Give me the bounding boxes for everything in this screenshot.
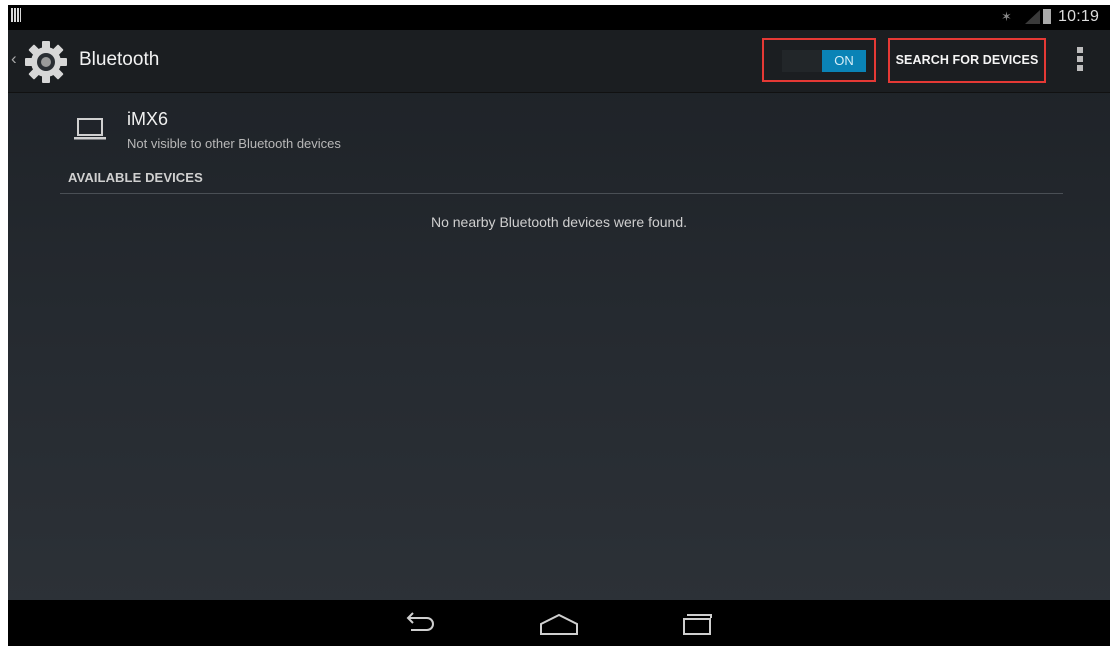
status-time: 10:19 bbox=[1058, 8, 1100, 25]
status-bar: ✶ 10:19 bbox=[8, 5, 1110, 30]
page-title: Bluetooth bbox=[79, 49, 160, 70]
available-devices-header: AVAILABLE DEVICES bbox=[68, 170, 203, 185]
local-device-item[interactable]: iMX6 Not visible to other Bluetooth devi… bbox=[8, 93, 1110, 157]
toggle-highlight: ON bbox=[762, 38, 876, 82]
bluetooth-toggle[interactable]: ON bbox=[782, 50, 866, 72]
search-for-devices-button[interactable]: SEARCH FOR DEVICES bbox=[890, 40, 1044, 81]
settings-gear-icon[interactable] bbox=[22, 38, 70, 86]
recents-icon[interactable] bbox=[675, 608, 715, 638]
device-screen: ✶ 10:19 ‹ Bluetooth ON SEARCH FOR DEVICE… bbox=[8, 5, 1110, 646]
device-visibility-status: Not visible to other Bluetooth devices bbox=[127, 136, 341, 151]
home-icon[interactable] bbox=[539, 608, 579, 638]
search-highlight: SEARCH FOR DEVICES bbox=[888, 38, 1046, 83]
bluetooth-icon: ✶ bbox=[1001, 9, 1012, 24]
action-bar: ‹ Bluetooth ON SEARCH FOR DEVICES bbox=[8, 30, 1110, 93]
back-icon[interactable] bbox=[401, 608, 441, 638]
laptop-icon bbox=[74, 118, 106, 140]
navigation-bar bbox=[8, 600, 1110, 646]
signal-icon bbox=[1025, 10, 1040, 24]
device-name: iMX6 bbox=[127, 109, 169, 129]
up-navigation-icon[interactable]: ‹ bbox=[11, 49, 17, 69]
battery-icon bbox=[1043, 9, 1051, 24]
empty-state-message: No nearby Bluetooth devices were found. bbox=[430, 214, 688, 230]
overflow-menu-icon[interactable] bbox=[1074, 47, 1086, 73]
toggle-thumb[interactable]: ON bbox=[822, 50, 866, 72]
notification-icon bbox=[11, 8, 21, 22]
section-divider bbox=[60, 193, 1063, 194]
